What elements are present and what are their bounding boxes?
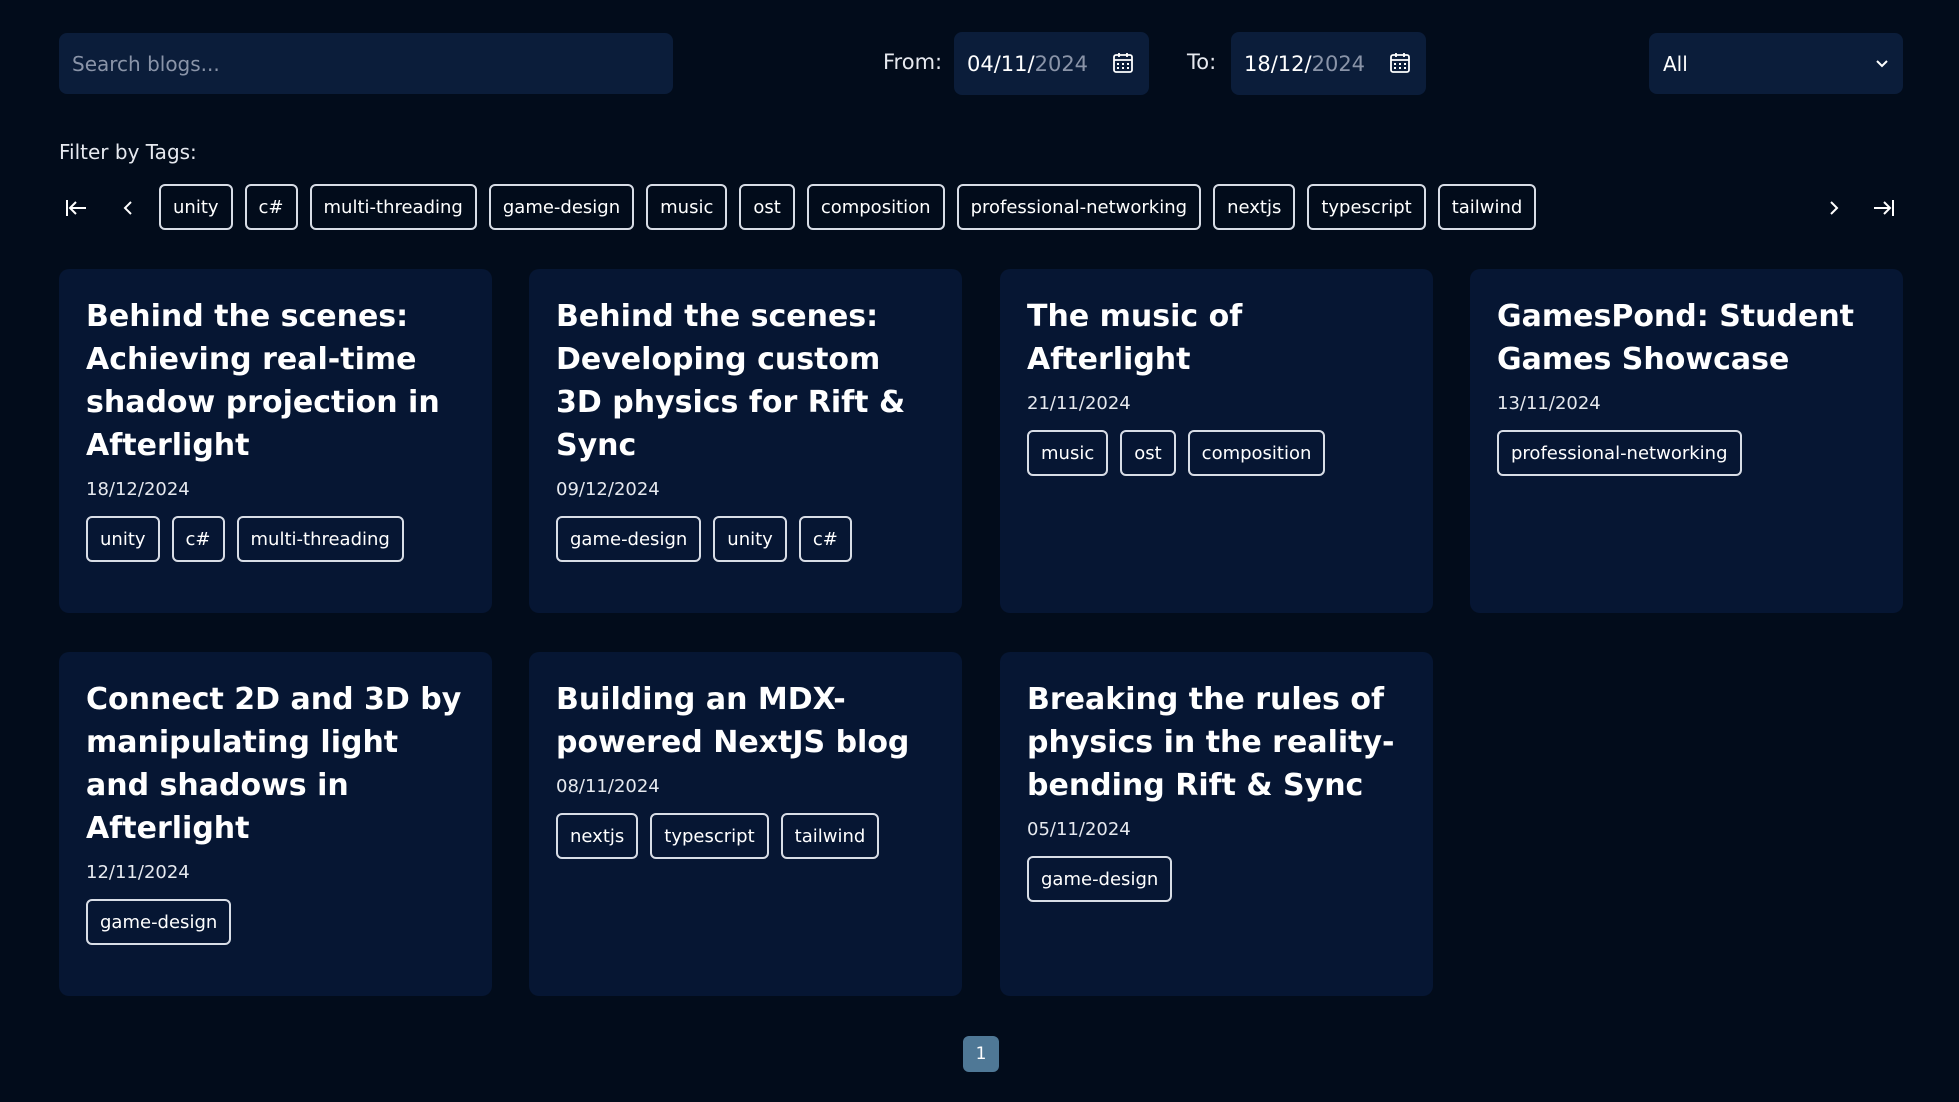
- search-input[interactable]: [72, 51, 673, 76]
- blog-card-tags: nextjs typescript tailwind: [556, 813, 935, 859]
- chevron-down-icon: [1876, 59, 1888, 67]
- tag-filter-csharp[interactable]: c#: [244, 184, 298, 230]
- blog-card[interactable]: Connect 2D and 3D by manipulating light …: [59, 652, 492, 996]
- scroll-right-icon[interactable]: [1822, 196, 1846, 220]
- blog-card-tags: music ost composition: [1027, 430, 1406, 476]
- to-date-day-month: 18/12/: [1244, 51, 1312, 76]
- blog-card-title[interactable]: Building an MDX-powered NextJS blog: [556, 678, 935, 764]
- scroll-left-icon[interactable]: [116, 196, 140, 220]
- from-date-year: 2024: [1034, 51, 1089, 76]
- blog-card[interactable]: Behind the scenes: Developing custom 3D …: [529, 269, 962, 613]
- blog-card-tag[interactable]: multi-threading: [236, 516, 404, 562]
- blog-card-tag[interactable]: c#: [171, 516, 225, 562]
- scroll-last-icon[interactable]: [1872, 196, 1896, 220]
- to-label: To:: [1187, 50, 1217, 74]
- tag-filter-professional-networking[interactable]: professional-networking: [956, 184, 1202, 230]
- blog-card-tag[interactable]: professional-networking: [1497, 430, 1742, 476]
- blog-card[interactable]: Behind the scenes: Achieving real-time s…: [59, 269, 492, 613]
- blog-card[interactable]: The music of Afterlight 21/11/2024 music…: [1000, 269, 1433, 613]
- blog-card-date: 18/12/2024: [86, 479, 190, 500]
- tag-filter-game-design[interactable]: game-design: [488, 184, 635, 230]
- from-date-input[interactable]: 04/11/2024: [954, 32, 1149, 95]
- blog-card-tag[interactable]: unity: [86, 516, 160, 562]
- from-label: From:: [883, 50, 943, 74]
- tag-filter-typescript[interactable]: typescript: [1307, 184, 1426, 230]
- blog-card-tag[interactable]: nextjs: [556, 813, 639, 859]
- blog-card-tag[interactable]: unity: [713, 516, 787, 562]
- tag-filter-composition[interactable]: composition: [806, 184, 945, 230]
- category-select-value: All: [1663, 51, 1688, 76]
- from-date-day-month: 04/11/: [967, 51, 1035, 76]
- blog-card-tags: professional-networking: [1497, 430, 1876, 476]
- to-date-input[interactable]: 18/12/2024: [1231, 32, 1426, 95]
- blog-card-tags: game-design: [1027, 856, 1406, 902]
- blog-card-title[interactable]: GamesPond: Student Games Showcase: [1497, 295, 1876, 381]
- blog-list-page: From: 04/11/2024 To: 18/12/2024 All Filt…: [0, 0, 1959, 1102]
- to-date-year: 2024: [1311, 51, 1366, 76]
- tag-filter-nextjs[interactable]: nextjs: [1213, 184, 1296, 230]
- blog-card-date: 12/11/2024: [86, 862, 190, 883]
- blog-card-title[interactable]: The music of Afterlight: [1027, 295, 1406, 381]
- search-bar: [59, 33, 673, 94]
- blog-card-title[interactable]: Behind the scenes: Developing custom 3D …: [556, 295, 935, 467]
- tag-filter-multi-threading[interactable]: multi-threading: [309, 184, 477, 230]
- blog-card-date: 21/11/2024: [1027, 393, 1131, 414]
- blog-card-tags: game-design unity c#: [556, 516, 935, 562]
- blog-card-tags: unity c# multi-threading: [86, 516, 465, 562]
- calendar-icon[interactable]: [1112, 52, 1134, 74]
- tag-filter-list: unity c# multi-threading game-design mus…: [159, 184, 1537, 230]
- scroll-first-icon[interactable]: [64, 196, 88, 220]
- blog-card-tag[interactable]: game-design: [556, 516, 702, 562]
- blog-card-title[interactable]: Behind the scenes: Achieving real-time s…: [86, 295, 465, 467]
- filter-by-tags-label: Filter by Tags:: [59, 140, 197, 164]
- blog-card-title[interactable]: Connect 2D and 3D by manipulating light …: [86, 678, 465, 850]
- blog-card-tag[interactable]: composition: [1187, 430, 1326, 476]
- tag-filter-tailwind[interactable]: tailwind: [1437, 184, 1537, 230]
- category-select[interactable]: All: [1649, 33, 1903, 94]
- blog-card-date: 09/12/2024: [556, 479, 660, 500]
- blog-card-tag[interactable]: music: [1027, 430, 1109, 476]
- blog-card-tag[interactable]: c#: [798, 516, 852, 562]
- blog-card-date: 13/11/2024: [1497, 393, 1601, 414]
- tag-filter-ost[interactable]: ost: [739, 184, 795, 230]
- blog-card-date: 05/11/2024: [1027, 819, 1131, 840]
- blog-card-tag[interactable]: typescript: [650, 813, 769, 859]
- tag-filter-unity[interactable]: unity: [159, 184, 233, 230]
- blog-card-tag[interactable]: game-design: [86, 899, 232, 945]
- blog-card[interactable]: Breaking the rules of physics in the rea…: [1000, 652, 1433, 996]
- tag-filter-music[interactable]: music: [646, 184, 728, 230]
- page-1-button[interactable]: 1: [963, 1036, 999, 1072]
- blog-card-tag[interactable]: game-design: [1027, 856, 1173, 902]
- blog-card-tags: game-design: [86, 899, 465, 945]
- calendar-icon[interactable]: [1389, 52, 1411, 74]
- blog-card-tag[interactable]: tailwind: [780, 813, 880, 859]
- blog-card[interactable]: Building an MDX-powered NextJS blog 08/1…: [529, 652, 962, 996]
- blog-card-tag[interactable]: ost: [1120, 430, 1176, 476]
- blog-card[interactable]: GamesPond: Student Games Showcase 13/11/…: [1470, 269, 1903, 613]
- blog-card-title[interactable]: Breaking the rules of physics in the rea…: [1027, 678, 1406, 807]
- blog-card-date: 08/11/2024: [556, 776, 660, 797]
